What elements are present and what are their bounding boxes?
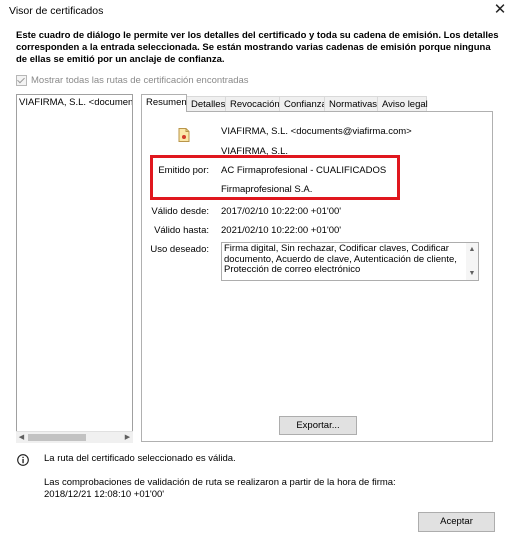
accept-button[interactable]: Aceptar [418, 512, 495, 532]
highlight-box [150, 155, 400, 200]
valid-from-label: Válido desde: [151, 206, 209, 217]
close-icon[interactable]: ✕ [492, 2, 508, 18]
scroll-down-icon[interactable]: ▼ [466, 268, 478, 279]
validation-note: Las comprobaciones de validación de ruta… [44, 477, 464, 501]
checkbox-checked-icon [16, 74, 27, 86]
tab-revocacion[interactable]: Revocación [225, 96, 280, 111]
valid-from-value: 2017/02/10 10:22:00 +01'00' [221, 206, 342, 217]
show-all-paths-label: Mostrar todas las rutas de certificación… [31, 74, 249, 86]
tab-aviso-legal[interactable]: Aviso legal [377, 96, 428, 111]
tree-item-certificate[interactable]: VIAFIRMA, S.L. <documents@viafirma.com> [19, 97, 132, 108]
info-icon [17, 454, 29, 466]
scroll-right-icon[interactable]: ▶ [122, 432, 133, 443]
scroll-left-icon[interactable]: ◀ [16, 432, 27, 443]
window-title: Visor de certificados [9, 5, 104, 17]
scrollbar-thumb[interactable] [28, 434, 86, 441]
certificate-tree[interactable]: VIAFIRMA, S.L. <documents@viafirma.com> [16, 94, 133, 443]
tab-normativas[interactable]: Normativas [324, 96, 378, 111]
tab-confianza[interactable]: Confianza [279, 96, 327, 111]
certificate-icon [178, 128, 190, 142]
show-all-paths-checkbox[interactable]: Mostrar todas las rutas de certificación… [16, 73, 249, 87]
usage-vertical-scrollbar[interactable]: ▲ ▼ [466, 243, 478, 280]
usage-textarea[interactable]: Firma digital, Sin rechazar, Codificar c… [221, 242, 479, 281]
tree-horizontal-scrollbar[interactable]: ◀ ▶ [16, 431, 133, 443]
usage-value: Firma digital, Sin rechazar, Codificar c… [224, 243, 457, 275]
subject-email: VIAFIRMA, S.L. <documents@viafirma.com> [221, 126, 412, 137]
dialog-description: Este cuadro de diálogo le permite ver lo… [16, 30, 499, 65]
valid-to-label: Válido hasta: [154, 225, 209, 236]
validation-time: 2018/12/21 12:08:10 +01'00' [44, 489, 165, 500]
export-button[interactable]: Exportar... [279, 416, 357, 435]
validation-note-text: Las comprobaciones de validación de ruta… [44, 477, 396, 488]
tab-detalles[interactable]: Detalles [186, 96, 226, 111]
usage-label: Uso deseado: [150, 244, 209, 255]
path-valid-message: La ruta del certificado seleccionado es … [44, 453, 236, 464]
scroll-up-icon[interactable]: ▲ [466, 244, 478, 255]
tab-resumen[interactable]: Resumen [141, 94, 187, 112]
valid-to-value: 2021/02/10 10:22:00 +01'00' [221, 225, 342, 236]
